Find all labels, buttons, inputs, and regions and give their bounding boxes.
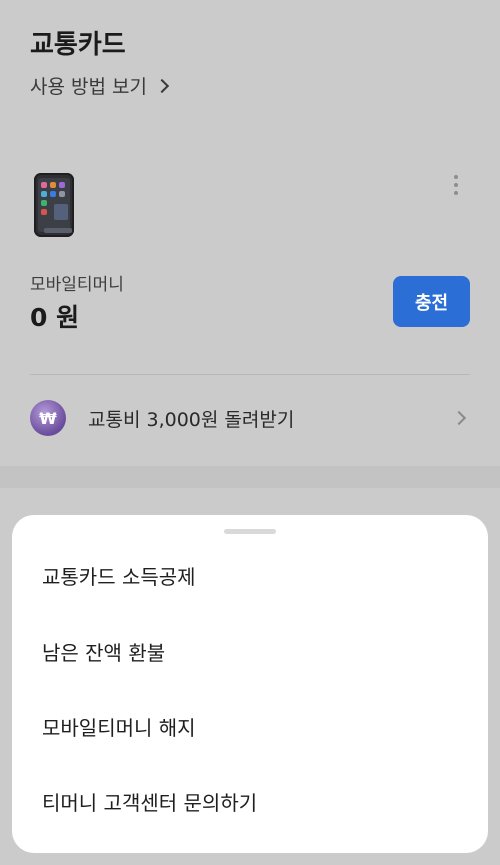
chevron-right-icon [451, 410, 467, 426]
chevron-right-icon [154, 78, 170, 93]
menu-item-income-deduction[interactable]: 교통카드 소득공제 [42, 561, 196, 590]
menu-item-customer-center[interactable]: 티머니 고객센터 문의하기 [42, 787, 257, 816]
section-separator [0, 466, 500, 488]
cashback-promo-row[interactable]: ₩ 교통비 3,000원 돌려받기 [30, 396, 470, 440]
balance-label: 모바일티머니 [30, 275, 124, 295]
divider [30, 374, 470, 375]
cashback-badge-icon: ₩ [30, 400, 66, 436]
menu-item-cancel-service[interactable]: 모바일티머니 해지 [42, 712, 196, 741]
sheet-drag-handle[interactable] [224, 529, 276, 534]
menu-item-balance-refund[interactable]: 남은 잔액 환불 [42, 637, 165, 666]
page-title: 교통카드 [30, 30, 126, 60]
how-to-use-link[interactable]: 사용 방법 보기 [30, 72, 170, 99]
more-options-icon[interactable] [452, 175, 460, 195]
mobile-phone-icon [34, 173, 74, 237]
transit-card-page: 교통카드 사용 방법 보기 모바일티머니 0 원 충전 ₩ 교통비 3,000원… [0, 0, 500, 865]
how-to-use-label: 사용 방법 보기 [30, 76, 147, 98]
bottom-sheet: 교통카드 소득공제 남은 잔액 환불 모바일티머니 해지 티머니 고객센터 문의… [12, 515, 488, 853]
promo-text: 교통비 3,000원 돌려받기 [88, 408, 295, 431]
balance-amount: 0 원 [30, 303, 80, 332]
charge-button[interactable]: 충전 [393, 276, 470, 327]
